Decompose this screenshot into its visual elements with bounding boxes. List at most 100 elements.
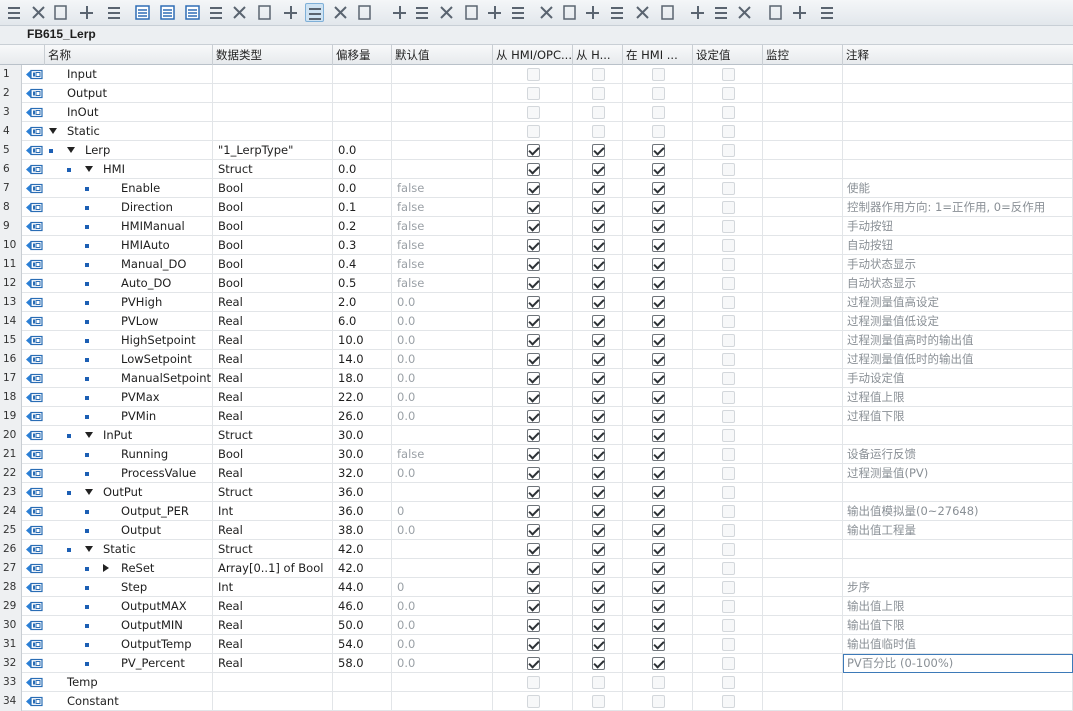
default-cell[interactable]: false — [392, 217, 493, 236]
datatype-cell[interactable]: Real — [213, 331, 333, 350]
hmi-opc-checkbox[interactable] — [527, 505, 540, 518]
collapse-all-icon[interactable] — [158, 3, 177, 22]
hmi-h-checkbox[interactable] — [592, 239, 605, 252]
in-hmi-checkbox[interactable] — [652, 581, 665, 594]
offset-cell[interactable]: 58.0 — [333, 654, 392, 673]
hmi-h-checkbox[interactable] — [592, 638, 605, 651]
setpoint-checkbox[interactable] — [722, 334, 735, 347]
table-row[interactable]: Real 10.0 0.0 过程测量值高时的输出值 15 HighSetpoint — [0, 331, 1073, 350]
row-number[interactable]: 18 — [0, 388, 22, 407]
setpoint-checkbox[interactable] — [722, 372, 735, 385]
in-hmi-checkbox[interactable] — [652, 163, 665, 176]
default-cell[interactable]: 0.0 — [392, 654, 493, 673]
hmi-h-checkbox[interactable] — [592, 334, 605, 347]
hmi-h-checkbox[interactable] — [592, 524, 605, 537]
setpoint-checkbox[interactable] — [722, 239, 735, 252]
retain-icon[interactable] — [305, 3, 324, 22]
table-row[interactable]: Real 46.0 0.0 输出值上限 29 OutputMAX — [0, 597, 1073, 616]
comment-cell[interactable] — [843, 141, 1073, 160]
hmi-opc-checkbox[interactable] — [527, 220, 540, 233]
table-row[interactable]: 34 Constant — [0, 692, 1073, 711]
comment-cell[interactable]: 输出值下限 — [843, 616, 1073, 635]
table-row[interactable]: Real 58.0 0.0 PV百分比 (0-100%) 32 PV_Percent — [0, 654, 1073, 673]
setpoint-checkbox[interactable] — [722, 657, 735, 670]
offset-cell[interactable]: 0.5 — [333, 274, 392, 293]
table-row[interactable]: Real 50.0 0.0 输出值下限 30 OutputMIN — [0, 616, 1073, 635]
setpoint-checkbox[interactable] — [722, 258, 735, 271]
datatype-cell[interactable]: Struct — [213, 483, 333, 502]
comment-cell[interactable]: 过程值下限 — [843, 407, 1073, 426]
hmi-h-checkbox[interactable] — [592, 581, 605, 594]
offset-cell[interactable]: 42.0 — [333, 540, 392, 559]
setpoint-checkbox[interactable] — [722, 201, 735, 214]
row-number[interactable]: 29 — [0, 597, 22, 616]
add-var-icon[interactable] — [77, 3, 96, 22]
monitor-cell[interactable] — [763, 255, 843, 274]
table-row[interactable]: Array[0..1] of Bool 42.0 27 ReSet — [0, 559, 1073, 578]
hmi-h-checkbox[interactable] — [592, 163, 605, 176]
comment-cell[interactable]: 控制器作用方向: 1=正作用, 0=反作用 — [843, 198, 1073, 217]
in-hmi-checkbox[interactable] — [652, 201, 665, 214]
offset-cell[interactable]: 0.0 — [333, 141, 392, 160]
hmi-h-checkbox[interactable] — [592, 657, 605, 670]
row-number[interactable]: 32 — [0, 654, 22, 673]
offset-cell[interactable]: 32.0 — [333, 464, 392, 483]
monitor-cell[interactable] — [763, 198, 843, 217]
column-header-hmi-opc[interactable]: 从 HMI/OPC... — [493, 45, 573, 65]
table-row[interactable]: 3 InOut — [0, 103, 1073, 122]
comment-cell[interactable]: 过程测量值(PV) — [843, 464, 1073, 483]
hmi-h-checkbox[interactable] — [592, 258, 605, 271]
datatype-cell[interactable]: Bool — [213, 179, 333, 198]
hmi-h-checkbox[interactable] — [592, 182, 605, 195]
offset-cell[interactable]: 46.0 — [333, 597, 392, 616]
monitor-cell[interactable] — [763, 350, 843, 369]
table-row[interactable]: Bool 0.2 false 手动按钮 9 HMIManual — [0, 217, 1073, 236]
in-hmi-checkbox[interactable] — [652, 676, 665, 689]
toggle-icon[interactable] — [462, 3, 481, 22]
comment-cell[interactable]: 过程测量值低设定 — [843, 312, 1073, 331]
insert-row-icon[interactable] — [5, 3, 24, 22]
comment-cell[interactable] — [843, 84, 1073, 103]
in-hmi-checkbox[interactable] — [652, 68, 665, 81]
hmi-opc-checkbox[interactable] — [527, 353, 540, 366]
update-interface-icon[interactable] — [230, 3, 249, 22]
table-row[interactable]: Bool 0.4 false 手动状态显示 11 Manual_DO — [0, 255, 1073, 274]
comment-cell[interactable]: 输出值工程量 — [843, 521, 1073, 540]
comment-cell[interactable] — [843, 483, 1073, 502]
datatype-cell[interactable]: Struct — [213, 160, 333, 179]
hmi-h-checkbox[interactable] — [592, 68, 605, 81]
monitor-cell[interactable] — [763, 141, 843, 160]
show-hide-icon[interactable] — [183, 3, 202, 22]
offset-cell[interactable]: 44.0 — [333, 578, 392, 597]
default-cell[interactable] — [392, 483, 493, 502]
setpoint-checkbox[interactable] — [722, 600, 735, 613]
table-row[interactable]: Struct 36.0 23 OutPut — [0, 483, 1073, 502]
table-row[interactable]: Int 36.0 0 输出值模拟量(0~27648) 24 Output_PER — [0, 502, 1073, 521]
row-number[interactable]: 34 — [0, 692, 22, 711]
hmi-opc-checkbox[interactable] — [527, 258, 540, 271]
setpoint-checkbox[interactable] — [722, 486, 735, 499]
column-header-comment[interactable]: 注释 — [843, 45, 1073, 65]
datatype-cell[interactable]: Real — [213, 407, 333, 426]
monitor-cell[interactable] — [763, 673, 843, 692]
in-hmi-checkbox[interactable] — [652, 524, 665, 537]
setpoint-checkbox[interactable] — [722, 277, 735, 290]
in-hmi-checkbox[interactable] — [652, 600, 665, 613]
row-number[interactable]: 17 — [0, 369, 22, 388]
in-hmi-checkbox[interactable] — [652, 182, 665, 195]
default-cell[interactable] — [392, 540, 493, 559]
insert-var-icon[interactable] — [688, 3, 707, 22]
hmi-h-checkbox[interactable] — [592, 467, 605, 480]
setpoint-checkbox[interactable] — [722, 543, 735, 556]
hmi-h-checkbox[interactable] — [592, 429, 605, 442]
datatype-cell[interactable]: Bool — [213, 236, 333, 255]
default-cell[interactable] — [392, 673, 493, 692]
in-hmi-checkbox[interactable] — [652, 353, 665, 366]
default-cell[interactable]: 0.0 — [392, 635, 493, 654]
column-header-name[interactable]: 名称 — [45, 45, 213, 65]
in-hmi-checkbox[interactable] — [652, 258, 665, 271]
hmi-opc-checkbox[interactable] — [527, 315, 540, 328]
default-cell[interactable]: false — [392, 179, 493, 198]
default-cell[interactable]: false — [392, 236, 493, 255]
datatype-cell[interactable]: Real — [213, 635, 333, 654]
